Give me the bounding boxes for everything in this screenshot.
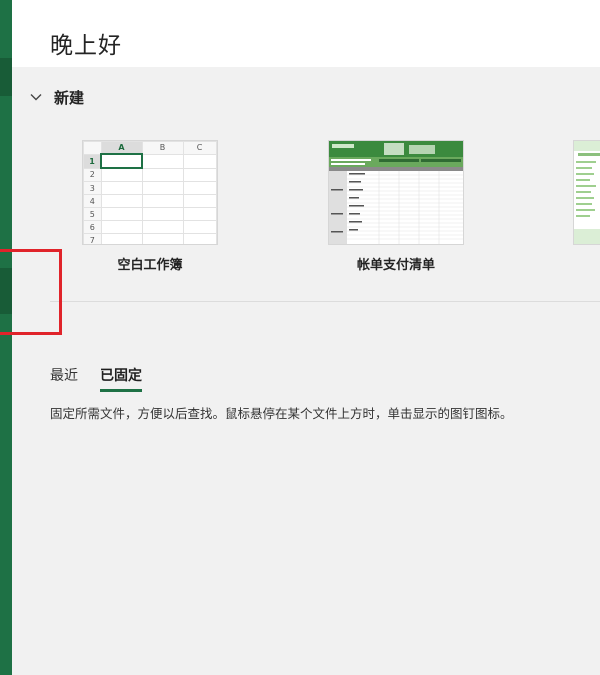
row-header: 2 bbox=[83, 167, 102, 182]
tab-pinned[interactable]: 已固定 bbox=[100, 365, 142, 392]
section-divider bbox=[50, 301, 600, 302]
partial-template-thumbnail bbox=[573, 140, 600, 245]
chevron-down-icon[interactable] bbox=[28, 89, 44, 105]
row-header: 4 bbox=[83, 194, 102, 208]
greeting-text: 晚上好 bbox=[50, 33, 122, 59]
nav-item-highlight[interactable] bbox=[0, 58, 12, 96]
template-bill-payment-checklist[interactable]: 帐单支付清单 bbox=[328, 140, 464, 273]
blank-workbook-thumbnail: A B C 1 2 3 4 5 6 7 bbox=[82, 140, 218, 245]
bill-checklist-thumbnail bbox=[328, 140, 464, 245]
row-header: 5 bbox=[83, 207, 102, 221]
new-section-title: 新建 bbox=[54, 88, 85, 107]
left-nav-rail bbox=[0, 0, 12, 675]
selected-cell bbox=[100, 153, 143, 169]
template-label: 帐单支付清单 bbox=[356, 258, 435, 273]
pinned-empty-hint: 固定所需文件，方便以后查找。鼠标悬停在某个文件上方时，单击显示的图钉图标。 bbox=[50, 406, 513, 421]
corner-cell bbox=[83, 141, 102, 155]
row-header: 7 bbox=[83, 233, 102, 244]
template-label: 空白工作簿 bbox=[117, 258, 183, 273]
row-header: 1 bbox=[83, 153, 102, 169]
greeting-header: 晚上好 bbox=[12, 0, 600, 67]
column-header: A bbox=[100, 141, 143, 155]
file-tabs: 最近 已固定 bbox=[50, 365, 164, 392]
row-header: 6 bbox=[83, 220, 102, 234]
bill-checklist-preview bbox=[329, 141, 463, 244]
column-header: C bbox=[182, 141, 217, 155]
annotation-highlight-box bbox=[0, 249, 62, 335]
new-section-header[interactable]: 新建 bbox=[28, 86, 84, 108]
tab-recent[interactable]: 最近 bbox=[50, 365, 78, 392]
blank-grid: A B C 1 2 3 4 5 6 7 bbox=[83, 141, 217, 244]
column-header: B bbox=[141, 141, 184, 155]
row-header: 3 bbox=[83, 181, 102, 195]
template-blank-workbook[interactable]: A B C 1 2 3 4 5 6 7 空白工作簿 bbox=[82, 140, 218, 273]
partial-template-preview bbox=[574, 141, 600, 244]
template-partial[interactable]: 每 bbox=[573, 140, 600, 245]
